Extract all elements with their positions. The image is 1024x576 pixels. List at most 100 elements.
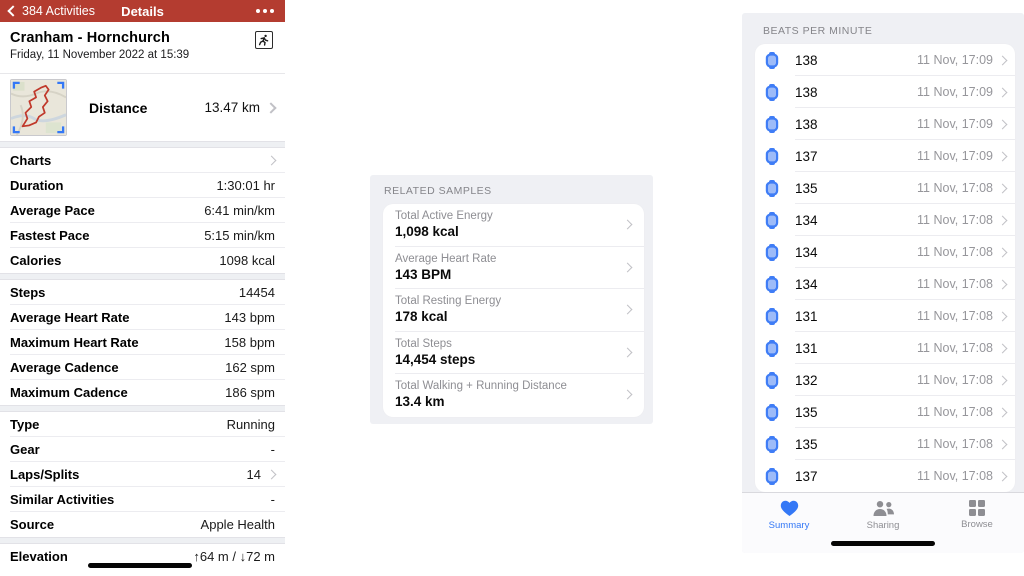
chevron-right-icon	[997, 471, 1008, 481]
maximum-heart-rate-row[interactable]: Maximum Heart Rate 158 bpm	[10, 330, 285, 355]
type-row[interactable]: Type Running	[10, 412, 285, 437]
laps-splits-row[interactable]: Laps/Splits 14	[10, 462, 285, 487]
total-resting-energy-row[interactable]: Total Resting Energy 178 kcal	[383, 289, 644, 332]
section-divider	[0, 405, 285, 412]
stats-group-3: Type Running Gear - Laps/Splits 14 Simil…	[0, 412, 285, 537]
heart-rate-sample-row[interactable]: 135 11 Nov, 17:08	[755, 396, 1015, 428]
chevron-right-icon	[622, 389, 633, 400]
apple-watch-icon	[765, 275, 779, 293]
row-value: 158 bpm	[224, 334, 275, 350]
sample-value: 14,454 steps	[395, 351, 476, 367]
charts-row[interactable]: Charts	[10, 148, 285, 173]
tab-label: Browse	[961, 519, 993, 530]
row-label: Average Cadence	[10, 359, 119, 375]
activity-title: Cranham - Hornchurch	[10, 30, 170, 46]
total-walking-running-distance-row[interactable]: Total Walking + Running Distance 13.4 km	[383, 374, 644, 417]
source-row[interactable]: Source Apple Health	[10, 512, 285, 537]
heart-rate-sample-row[interactable]: 135 11 Nov, 17:08	[755, 428, 1015, 460]
bpm-value: 138	[795, 116, 818, 132]
chevron-right-icon	[622, 219, 633, 230]
total-active-energy-row[interactable]: Total Active Energy 1,098 kcal	[383, 204, 644, 247]
row-label: Gear	[10, 441, 40, 457]
chevron-right-icon	[997, 215, 1008, 225]
heart-rate-sample-row[interactable]: 135 11 Nov, 17:08	[755, 172, 1015, 204]
similar-activities-row[interactable]: Similar Activities -	[10, 487, 285, 512]
related-samples-title: RELATED SAMPLES	[384, 185, 492, 197]
chevron-right-icon	[622, 304, 633, 315]
row-value: -	[270, 491, 275, 507]
row-value: 14	[246, 466, 261, 482]
sample-timestamp: 11 Nov, 17:08	[917, 245, 993, 259]
heart-rate-sample-row[interactable]: 137 11 Nov, 17:09	[755, 140, 1015, 172]
maximum-cadence-row[interactable]: Maximum Cadence 186 spm	[10, 380, 285, 405]
sample-timestamp: 11 Nov, 17:08	[917, 373, 993, 387]
gear-row[interactable]: Gear -	[10, 437, 285, 462]
heart-icon	[780, 500, 798, 516]
stats-group-2: Steps 14454 Average Heart Rate 143 bpm M…	[0, 280, 285, 405]
route-map-thumbnail[interactable]	[10, 79, 67, 136]
apple-watch-icon	[765, 435, 779, 453]
distance-label: Distance	[89, 99, 148, 116]
bpm-value: 138	[795, 52, 818, 68]
row-value: 5:15 min/km	[204, 227, 275, 243]
average-pace-row[interactable]: Average Pace 6:41 min/km	[10, 198, 285, 223]
heart-rate-sample-row[interactable]: 131 11 Nov, 17:08	[755, 332, 1015, 364]
heart-rate-sample-row[interactable]: 134 11 Nov, 17:08	[755, 204, 1015, 236]
home-indicator	[831, 541, 935, 546]
row-label: Average Pace	[10, 202, 95, 218]
tab-browse[interactable]: Browse	[930, 493, 1024, 553]
steps-row[interactable]: Steps 14454	[10, 280, 285, 305]
chevron-right-icon	[997, 311, 1008, 321]
row-label: Maximum Cadence	[10, 385, 128, 400]
average-heart-rate-row[interactable]: Average Heart Rate 143 bpm	[10, 305, 285, 330]
sample-label: Total Steps	[395, 337, 452, 350]
back-label: 384 Activities	[22, 4, 95, 18]
more-menu-icon[interactable]	[270, 9, 274, 13]
calories-row[interactable]: Calories 1098 kcal	[10, 248, 285, 273]
sample-value: 1,098 kcal	[395, 224, 459, 239]
apple-watch-icon	[765, 467, 779, 485]
sample-label: Total Active Energy	[395, 210, 493, 222]
apple-watch-icon	[765, 83, 779, 101]
sample-timestamp: 11 Nov, 17:08	[917, 181, 993, 195]
heart-rate-sample-row[interactable]: 134 11 Nov, 17:08	[755, 268, 1015, 300]
chevron-right-icon	[997, 87, 1008, 97]
bpm-value: 137	[795, 468, 818, 484]
section-divider	[0, 537, 285, 544]
heart-rate-sample-row[interactable]: 134 11 Nov, 17:08	[755, 236, 1015, 268]
apple-watch-icon	[765, 147, 779, 165]
row-value: ↑64 m / ↓72 m	[193, 549, 275, 564]
row-value: 1:30:01 hr	[216, 177, 275, 193]
row-value: 1098 kcal	[219, 253, 275, 268]
heart-rate-sample-row[interactable]: 137 11 Nov, 17:08	[755, 460, 1015, 492]
chevron-right-icon	[997, 375, 1008, 385]
row-value: 162 spm	[225, 359, 275, 375]
back-button[interactable]: 384 Activities	[7, 4, 95, 18]
fastest-pace-row[interactable]: Fastest Pace 5:15 min/km	[10, 223, 285, 248]
row-label: Average Heart Rate	[10, 309, 130, 325]
sample-timestamp: 11 Nov, 17:08	[917, 405, 993, 419]
apple-watch-icon	[765, 307, 779, 325]
heart-rate-sample-row[interactable]: 132 11 Nov, 17:08	[755, 364, 1015, 396]
chevron-right-icon	[997, 247, 1008, 257]
runner-icon	[255, 31, 273, 49]
row-value: Apple Health	[200, 517, 275, 532]
heart-rate-sample-row[interactable]: 138 11 Nov, 17:09	[755, 44, 1015, 76]
chevron-right-icon	[622, 262, 633, 272]
chevron-right-icon	[997, 183, 1008, 193]
sample-timestamp: 11 Nov, 17:09	[917, 85, 993, 99]
distance-row[interactable]: Distance 13.47 km	[0, 74, 285, 141]
average-cadence-row[interactable]: Average Cadence 162 spm	[10, 355, 285, 380]
duration-row[interactable]: Duration 1:30:01 hr	[10, 173, 285, 198]
bpm-value: 137	[795, 148, 818, 164]
back-chevron-icon	[7, 5, 19, 17]
average-heart-rate-sample-row[interactable]: Average Heart Rate 143 BPM	[383, 247, 644, 290]
screenshot-stage: 384 Activities Details Cranham - Hornchu…	[0, 0, 1024, 576]
bpm-value: 131	[795, 340, 818, 356]
total-steps-row[interactable]: Total Steps 14,454 steps	[383, 332, 644, 375]
heart-rate-sample-row[interactable]: 138 11 Nov, 17:09	[755, 76, 1015, 108]
tab-summary[interactable]: Summary	[742, 493, 836, 553]
heart-rate-sample-row[interactable]: 131 11 Nov, 17:08	[755, 300, 1015, 332]
heart-rate-sample-row[interactable]: 138 11 Nov, 17:09	[755, 108, 1015, 140]
people-icon	[873, 501, 894, 516]
